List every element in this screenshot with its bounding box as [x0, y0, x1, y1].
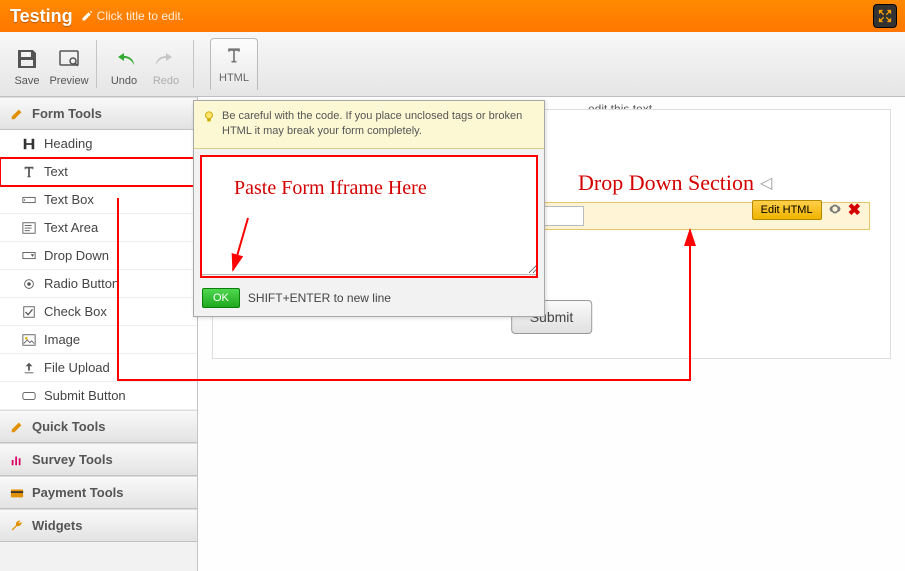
pencil-icon — [81, 10, 93, 22]
textarea-wrap: Paste Form Iframe Here — [194, 149, 544, 284]
section-survey-tools[interactable]: Survey Tools — [0, 443, 197, 476]
button-icon — [22, 389, 36, 403]
text-icon — [224, 45, 244, 65]
pencil-icon — [10, 107, 24, 121]
chart-icon — [10, 453, 24, 467]
field-tools: Edit HTML ✖ — [752, 200, 861, 220]
upload-icon — [22, 361, 36, 375]
form-canvas: edit this text... Drop Down Section ◁ Ed… — [198, 97, 905, 571]
ok-button[interactable]: OK — [202, 288, 240, 308]
dropdown-icon — [22, 249, 36, 263]
preview-button[interactable]: Preview — [48, 41, 90, 87]
heading-icon — [22, 137, 36, 151]
redo-icon — [154, 47, 178, 71]
save-icon — [15, 47, 39, 71]
sidebar: Form Tools Heading Text Text Box Text Ar… — [0, 97, 198, 571]
html-textarea[interactable] — [200, 155, 538, 275]
sidebar-item-heading[interactable]: Heading — [0, 130, 197, 158]
text-icon — [22, 165, 36, 179]
preview-icon — [57, 47, 81, 71]
undo-icon — [112, 47, 136, 71]
sidebar-item-checkbox[interactable]: Check Box — [0, 298, 197, 326]
textarea-icon — [22, 221, 36, 235]
expand-button[interactable] — [873, 4, 897, 28]
html-editor-popup: Be careful with the code. If you place u… — [193, 100, 545, 317]
sidebar-item-textbox[interactable]: Text Box — [0, 186, 197, 214]
collapse-icon: ◁ — [760, 173, 772, 193]
gear-icon[interactable] — [828, 202, 842, 219]
section-payment-tools[interactable]: Payment Tools — [0, 476, 197, 509]
sidebar-item-textarea[interactable]: Text Area — [0, 214, 197, 242]
sidebar-item-fileupload[interactable]: File Upload — [0, 354, 197, 382]
edit-html-button[interactable]: Edit HTML — [752, 200, 822, 220]
toolbar: Save Preview Undo Redo HTML — [0, 32, 905, 97]
save-button[interactable]: Save — [6, 41, 48, 87]
image-icon — [22, 333, 36, 347]
sidebar-item-text[interactable]: Text — [0, 158, 197, 186]
pencil-icon — [10, 420, 24, 434]
expand-icon — [878, 9, 892, 23]
form-title[interactable]: Testing — [10, 6, 73, 27]
annotation-dropdown: Drop Down Section ◁ — [578, 170, 772, 196]
wrench-icon — [10, 519, 24, 533]
sidebar-item-image[interactable]: Image — [0, 326, 197, 354]
textbox-icon — [22, 193, 36, 207]
checkbox-icon — [22, 305, 36, 319]
redo-button[interactable]: Redo — [145, 41, 187, 87]
undo-button[interactable]: Undo — [103, 41, 145, 87]
main-area: Form Tools Heading Text Text Box Text Ar… — [0, 97, 905, 571]
form-tools-list: Heading Text Text Box Text Area Drop Dow… — [0, 130, 197, 410]
section-widgets[interactable]: Widgets — [0, 509, 197, 542]
lightbulb-icon — [202, 110, 216, 124]
delete-icon[interactable]: ✖ — [848, 200, 861, 220]
section-form-tools[interactable]: Form Tools — [0, 97, 197, 130]
toolbar-separator — [96, 40, 97, 88]
html-mode-button[interactable]: HTML — [210, 38, 258, 90]
sidebar-item-submit[interactable]: Submit Button — [0, 382, 197, 410]
radio-icon — [22, 277, 36, 291]
section-quick-tools[interactable]: Quick Tools — [0, 410, 197, 443]
payment-icon — [10, 486, 24, 500]
shift-enter-hint: SHIFT+ENTER to new line — [248, 291, 391, 305]
toolbar-separator — [193, 40, 194, 88]
popup-footer: OK SHIFT+ENTER to new line — [194, 284, 544, 316]
sidebar-item-dropdown[interactable]: Drop Down — [0, 242, 197, 270]
sidebar-item-radio[interactable]: Radio Button — [0, 270, 197, 298]
edit-title-hint: Click title to edit. — [81, 9, 184, 23]
app-header: Testing Click title to edit. — [0, 0, 905, 32]
warning-banner: Be careful with the code. If you place u… — [194, 101, 544, 149]
